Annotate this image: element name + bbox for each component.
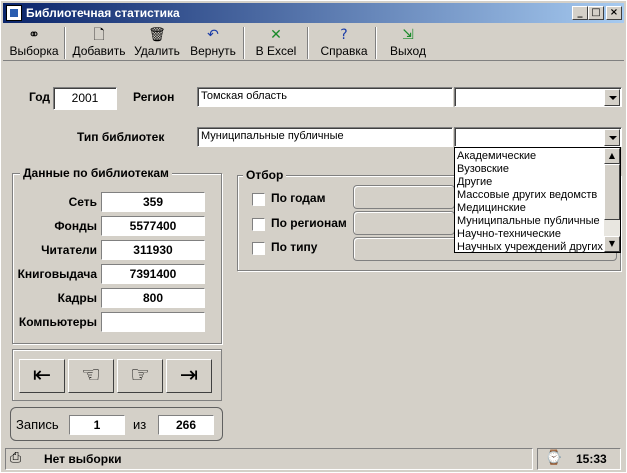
status-panel: ⎙ Нет выборки: [5, 448, 533, 470]
app-window: Библиотечная статистика _ □ × ⚭ Выборка …: [0, 0, 627, 473]
minimize-button[interactable]: _: [572, 6, 588, 20]
book-issue-label: Книговыдача: [17, 267, 97, 281]
app-icon: [6, 5, 22, 21]
record-current[interactable]: 1: [69, 415, 125, 435]
select-button[interactable]: ⚭ Выборка: [7, 25, 61, 61]
status-bar: ⎙ Нет выборки ⌚ 15:33: [3, 447, 624, 471]
computers-value[interactable]: [101, 312, 205, 332]
readers-label: Читатели: [41, 243, 97, 257]
trash-icon: 🗑: [148, 27, 166, 43]
hand-pointing-left-icon: ☜: [81, 363, 101, 388]
next-record-button[interactable]: ☞: [117, 359, 163, 393]
title-bar: Библиотечная статистика _ □ ×: [3, 3, 624, 23]
scroll-up-icon[interactable]: ▲: [604, 148, 620, 164]
by-region-checkbox[interactable]: [252, 218, 265, 231]
previous-record-button[interactable]: ☜: [68, 359, 114, 393]
by-year-box: [353, 185, 455, 209]
list-item[interactable]: Медицинские: [457, 202, 526, 215]
help-button[interactable]: ? Справка: [315, 25, 373, 61]
export-excel-button[interactable]: ✕ В Excel: [251, 25, 301, 61]
year-label: Год: [29, 90, 50, 104]
region-field[interactable]: Томская область: [197, 87, 453, 107]
toolbar-separator: [64, 27, 66, 59]
binoculars-icon: ⚭: [28, 27, 40, 43]
network-value[interactable]: 359: [101, 192, 205, 212]
by-type-checkbox[interactable]: [252, 242, 265, 255]
list-item[interactable]: Научных учреждений других: [457, 241, 603, 252]
toolbar-separator: [307, 27, 309, 59]
printer-icon: ⎙: [10, 450, 22, 466]
list-item[interactable]: Академические: [457, 150, 536, 163]
record-label: Запись: [16, 417, 59, 432]
navigation-panel: ⇤ ☜ ☞ ⇥: [12, 349, 222, 401]
staff-label: Кадры: [57, 291, 97, 305]
status-time: 15:33: [576, 452, 607, 466]
undo-button[interactable]: ↶ Вернуть: [187, 25, 239, 61]
staff-value[interactable]: 800: [101, 288, 205, 308]
record-of-label: из: [133, 417, 147, 432]
first-record-button[interactable]: ⇤: [19, 359, 65, 393]
library-type-field[interactable]: Муниципальные публичные: [197, 127, 453, 147]
new-document-icon: 🗋: [93, 27, 105, 43]
computers-label: Компьютеры: [18, 315, 97, 329]
toolbar-separator: [243, 27, 245, 59]
last-record-button[interactable]: ⇥: [166, 359, 212, 393]
library-data-title: Данные по библиотекам: [20, 166, 172, 180]
window-title: Библиотечная статистика: [26, 6, 180, 20]
library-type-listbox[interactable]: Академические Вузовские Другие Массовые …: [454, 147, 621, 253]
scroll-down-icon[interactable]: ▼: [604, 236, 620, 252]
help-icon: ?: [340, 27, 348, 43]
funds-label: Фонды: [54, 219, 97, 233]
scroll-thumb[interactable]: [604, 164, 620, 220]
excel-icon: ✕: [270, 27, 282, 43]
library-type-label: Тип библиотек: [77, 130, 165, 144]
selection-title: Отбор: [243, 168, 287, 182]
list-scrollbar[interactable]: ▲ ▼: [604, 148, 620, 252]
arrow-left-bar-icon: ⇤: [32, 363, 52, 388]
list-item[interactable]: Научно-технические: [457, 228, 561, 241]
clock-icon: ⌚: [545, 450, 563, 466]
toolbar-separator: [375, 27, 377, 59]
by-year-checkbox[interactable]: [252, 193, 265, 206]
exit-door-icon: ⇲: [402, 27, 414, 43]
add-button[interactable]: 🗋 Добавить: [69, 25, 129, 61]
list-item[interactable]: Массовые других ведомств: [457, 189, 597, 202]
undo-icon: ↶: [207, 27, 219, 43]
by-type-label: По типу: [271, 240, 318, 254]
network-label: Сеть: [68, 195, 97, 209]
readers-value[interactable]: 311930: [101, 240, 205, 260]
list-item[interactable]: Муниципальные публичные: [457, 215, 600, 228]
funds-value[interactable]: 5577400: [101, 216, 205, 236]
by-region-box: [353, 211, 455, 235]
region-dropdown[interactable]: [454, 87, 622, 107]
book-issue-value[interactable]: 7391400: [101, 264, 205, 284]
hand-pointing-right-icon: ☞: [130, 363, 150, 388]
by-year-label: По годам: [271, 191, 326, 205]
list-item[interactable]: Другие: [457, 176, 492, 189]
list-item[interactable]: Вузовские: [457, 163, 509, 176]
region-label: Регион: [133, 90, 175, 104]
toolbar: ⚭ Выборка 🗋 Добавить 🗑 Удалить ↶ Вернуть…: [3, 25, 624, 61]
exit-button[interactable]: ⇲ Выход: [385, 25, 431, 61]
status-text: Нет выборки: [44, 452, 122, 466]
region-dropdown-arrow-icon[interactable]: [604, 89, 620, 106]
clock-panel: ⌚ 15:33: [537, 448, 621, 470]
delete-button[interactable]: 🗑 Удалить: [131, 25, 183, 61]
library-type-dropdown-arrow-icon[interactable]: [604, 129, 620, 146]
arrow-right-bar-icon: ⇥: [179, 363, 199, 388]
year-field[interactable]: 2001: [53, 87, 117, 110]
close-button[interactable]: ×: [606, 6, 622, 20]
library-type-dropdown[interactable]: [454, 127, 622, 147]
by-region-label: По регионам: [271, 216, 347, 230]
record-total: 266: [158, 415, 214, 435]
maximize-button[interactable]: □: [588, 6, 604, 20]
